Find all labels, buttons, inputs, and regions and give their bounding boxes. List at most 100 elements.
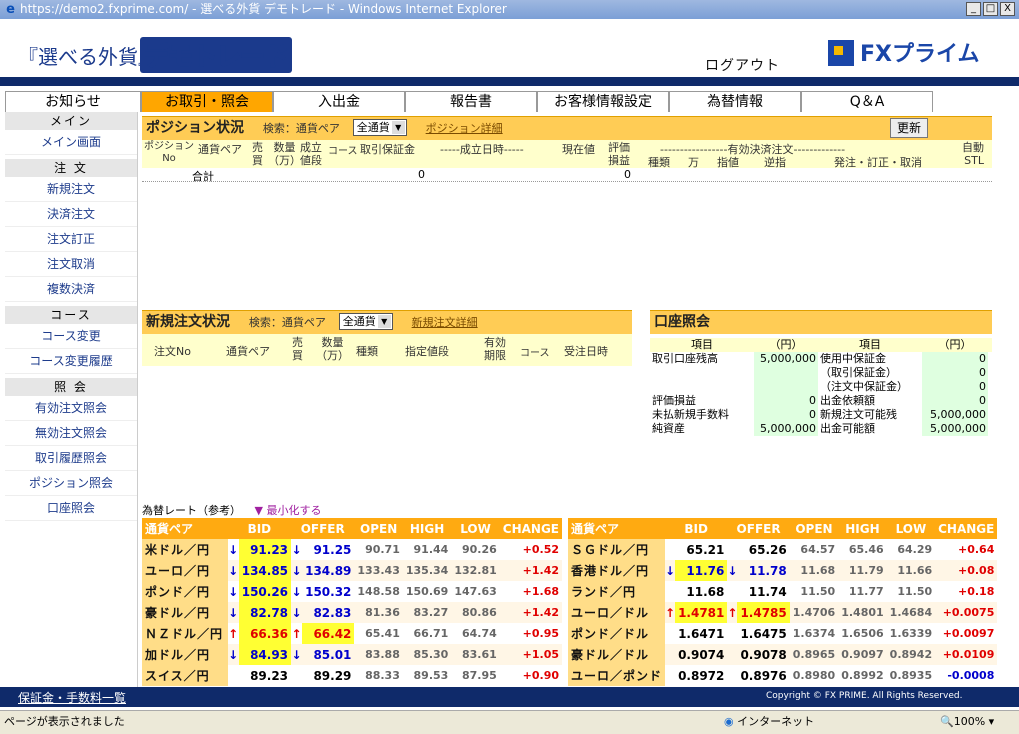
demo-trade-logo: デモトレード (140, 37, 293, 73)
rate-row[interactable]: スイス／円 89.23 89.29 88.33 89.53 87.95 +0.90 (142, 665, 562, 686)
bid-price[interactable]: 11.68 (675, 581, 727, 602)
sidebar-item-settle-order[interactable]: 決済注文 (5, 202, 137, 227)
bid-price[interactable]: 0.9074 (675, 644, 728, 665)
rate-row[interactable]: ポンド／ドル 1.6471 1.6475 1.6374 1.6506 1.6339 +0.0… (568, 623, 997, 644)
offer-price[interactable]: 1.4785 (737, 602, 790, 623)
zoom-control[interactable]: 🔍100% ▾ (940, 711, 994, 733)
brand-text: FXプライム (860, 42, 980, 67)
rate-row[interactable]: 米ドル／円 ↓ 91.23 ↓ 91.25 90.71 91.44 90.26 +0.52 (142, 539, 562, 560)
bid-price[interactable]: 66.36 (238, 623, 292, 644)
offer-price[interactable]: 150.32 (302, 581, 354, 602)
offer-price[interactable]: 66.42 (302, 623, 355, 644)
sidebar: メイン メイン画面 注 文 新規注文 決済注文 注文訂正 注文取消 複数決済 コ… (5, 112, 138, 687)
col-order-course: コース (520, 348, 550, 359)
offer-price[interactable]: 0.9078 (737, 644, 790, 665)
offer-price[interactable]: 11.78 (737, 560, 790, 581)
tab-customer-settings[interactable]: お客様情報設定 (537, 91, 669, 112)
offer-price[interactable]: 85.01 (302, 644, 355, 665)
sidebar-item-trade-history[interactable]: 取引履歴照会 (5, 446, 137, 471)
margin-fee-list-link[interactable]: 保証金・手数料一覧 (18, 689, 126, 706)
tab-trading[interactable]: お取引・照会 (141, 91, 273, 112)
rate-row[interactable]: ランド／円 11.68 11.74 11.50 11.77 11.50 +0.18 (568, 581, 997, 602)
high-price: 1.6506 (841, 627, 884, 640)
col-side-line2: 買 (252, 154, 263, 167)
offer-direction-icon (727, 644, 738, 665)
bid-direction-icon: ↑ (228, 626, 239, 641)
rate-row[interactable]: 豪ドル／円 ↓ 82.78 ↓ 82.83 81.36 83.27 80.86 +1.42 (142, 602, 562, 623)
sidebar-item-main-screen[interactable]: メイン画面 (5, 130, 137, 155)
offer-price[interactable]: 1.6475 (737, 623, 789, 644)
new-orders-detail-link[interactable]: 新規注文詳細 (412, 316, 478, 329)
offer-price[interactable]: 91.25 (302, 539, 354, 560)
offer-price[interactable]: 65.26 (737, 539, 789, 560)
zoom-icon: 🔍 (940, 715, 954, 728)
bid-price[interactable]: 1.4781 (675, 602, 728, 623)
open-price: 88.33 (365, 669, 400, 682)
rate-pair: ＳＧドル／円 (568, 539, 666, 560)
bid-price[interactable]: 91.23 (238, 539, 292, 560)
tab-news[interactable]: お知らせ (5, 91, 141, 112)
maximize-window-button[interactable]: □ (983, 2, 998, 16)
acct-right-value: 5,000,000 (922, 408, 988, 422)
bid-price[interactable]: 84.93 (238, 644, 292, 665)
sidebar-item-cancel-order[interactable]: 注文取消 (5, 252, 137, 277)
logout-link[interactable]: ログアウト (705, 55, 780, 75)
minimize-rates-link[interactable]: ▼ 最小化する (255, 504, 322, 517)
tab-qa[interactable]: Q＆A (801, 91, 933, 112)
bid-price[interactable]: 82.78 (238, 602, 292, 623)
rate-row[interactable]: ユーロ／ポンド 0.8972 0.8976 0.8980 0.8992 0.8935 -0.… (568, 665, 997, 686)
offer-direction-icon: ↓ (291, 602, 303, 623)
sidebar-item-new-order[interactable]: 新規注文 (5, 177, 137, 202)
sidebar-item-position-inquiry[interactable]: ポジション照会 (5, 471, 137, 496)
sidebar-item-course-history[interactable]: コース変更履歴 (5, 349, 137, 374)
sidebar-item-active-orders[interactable]: 有効注文照会 (5, 396, 137, 421)
bid-price[interactable]: 134.85 (238, 560, 292, 581)
refresh-button[interactable]: 更新 (889, 118, 928, 138)
rate-row[interactable]: ＳＧドル／円 65.21 65.26 64.57 65.46 64.29 +0.64 (568, 539, 997, 560)
rate-row[interactable]: ＮＺドル／円 ↑ 66.36 ↑ 66.42 65.41 66.71 64.74 +0.95 (142, 623, 562, 644)
offer-price[interactable]: 134.89 (302, 560, 355, 581)
acct-right-label: 出金可能額 (820, 422, 875, 435)
rate-row[interactable]: 豪ドル／ドル 0.9074 0.9078 0.8965 0.9097 0.8942 +0.0… (568, 644, 998, 665)
sidebar-item-multi-settle[interactable]: 複数決済 (5, 277, 137, 302)
positions-header: ポジション状況 検索：通貨ペア 全通貨 ポジション詳細 更新 (142, 116, 992, 140)
erabu-gaika-logo[interactable]: 『選べる外貨』 (18, 41, 158, 70)
rate-row[interactable]: ポンド／円 ↓ 150.26 ↓ 150.32 148.58 150.69 147.63 +1.… (142, 581, 562, 602)
bid-price[interactable]: 89.23 (239, 665, 291, 686)
col-pl-line1: 評価 (608, 141, 630, 154)
low-price: 0.8935 (889, 669, 933, 682)
sidebar-item-inactive-orders[interactable]: 無効注文照会 (5, 421, 137, 446)
sidebar-item-account-inquiry[interactable]: 口座照会 (5, 496, 137, 521)
positions-pair-select[interactable]: 全通貨 (352, 119, 407, 136)
account-row: 純資産 5,000,000 出金可能額 5,000,000 (650, 422, 992, 436)
tab-fx-info[interactable]: 為替情報 (669, 91, 801, 112)
high-price: 0.8992 (841, 669, 884, 682)
rate-row[interactable]: 加ドル／円 ↓ 84.93 ↓ 85.01 83.88 85.30 83.61 +1.05 (142, 644, 562, 665)
open-price: 83.88 (354, 644, 403, 665)
new-orders-pair-select[interactable]: 全通貨 (338, 313, 393, 330)
offer-price[interactable]: 82.83 (302, 602, 355, 623)
offer-price[interactable]: 0.8976 (737, 665, 789, 686)
close-window-button[interactable]: X (1000, 2, 1015, 16)
bid-price[interactable]: 150.26 (238, 581, 292, 602)
col-auto-stl: 自動 STL (962, 141, 984, 167)
offer-price[interactable]: 11.74 (737, 581, 789, 602)
tab-deposit[interactable]: 入出金 (273, 91, 405, 112)
low-price: 80.86 (451, 602, 500, 623)
open-price: 64.57 (800, 543, 836, 556)
bid-price[interactable]: 1.6471 (675, 623, 727, 644)
offer-price[interactable]: 89.29 (302, 665, 354, 686)
bid-price[interactable]: 0.8972 (675, 665, 727, 686)
offer-direction-icon (291, 665, 302, 686)
tab-reports[interactable]: 報告書 (405, 91, 537, 112)
col-order-no: 注文No (154, 345, 191, 358)
sidebar-item-modify-order[interactable]: 注文訂正 (5, 227, 137, 252)
rate-row[interactable]: ユーロ／ドル ↑ 1.4781 ↑ 1.4785 1.4706 1.4801 1.4684 +0… (568, 602, 998, 623)
rate-row[interactable]: ユーロ／円 ↓ 134.85 ↓ 134.89 133.43 135.34 132.81 +1.… (142, 560, 562, 581)
minimize-window-button[interactable]: _ (966, 2, 981, 16)
rate-row[interactable]: 香港ドル／円 ↓ 11.76 ↓ 11.78 11.68 11.79 11.66 +0.08 (568, 560, 998, 581)
sidebar-item-course-change[interactable]: コース変更 (5, 324, 137, 349)
positions-detail-link[interactable]: ポジション詳細 (426, 122, 503, 135)
bid-price[interactable]: 65.21 (675, 539, 727, 560)
bid-price[interactable]: 11.76 (675, 560, 728, 581)
